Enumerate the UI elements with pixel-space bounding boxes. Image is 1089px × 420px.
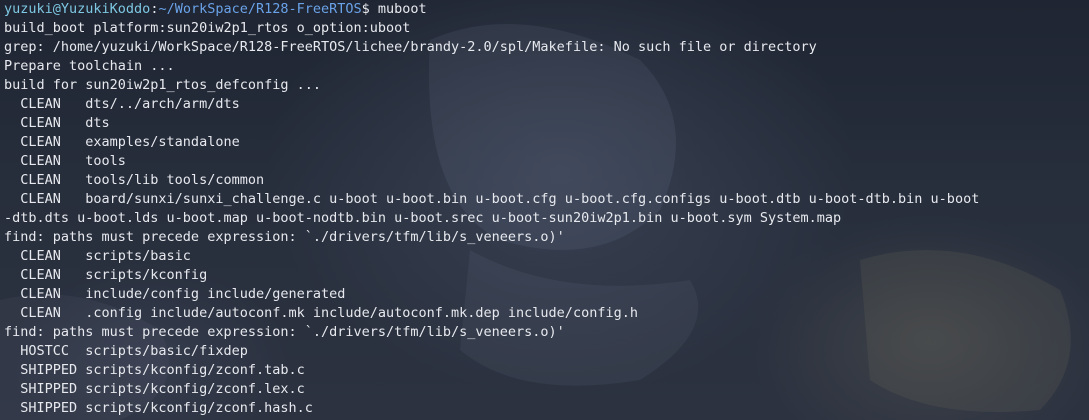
prompt-command: muboot xyxy=(377,1,427,17)
output-line: SHIPPED scripts/kconfig/zconf.tab.c xyxy=(4,362,305,378)
output-line: CLEAN board/sunxi/sunxi_challenge.c u-bo… xyxy=(4,191,980,207)
output-line: HOSTCC scripts/basic/fixdep xyxy=(4,343,248,359)
output-line: SHIPPED scripts/kconfig/zconf.lex.c xyxy=(4,381,305,397)
output-line: CLEAN scripts/kconfig xyxy=(4,267,208,283)
output-line: SHIPPED scripts/kconfig/zconf.hash.c xyxy=(4,400,313,416)
output-line: CLEAN scripts/basic xyxy=(4,248,191,264)
output-line: build_boot platform:sun20iw2p1_rtos o_op… xyxy=(4,20,411,36)
output-line: -dtb.dts u-boot.lds u-boot.map u-boot-no… xyxy=(4,210,842,226)
output-line: build for sun20iw2p1_rtos_defconfig ... xyxy=(4,77,321,93)
prompt-symbol: $ xyxy=(361,1,378,17)
prompt-user-host: yuzuki@YuzukiKoddo xyxy=(4,1,151,17)
output-line: CLEAN include/config include/generated xyxy=(4,286,346,302)
output-line: CLEAN dts/../arch/arm/dts xyxy=(4,96,240,112)
output-line: CLEAN dts xyxy=(4,115,110,131)
output-line: grep: /home/yuzuki/WorkSpace/R128-FreeRT… xyxy=(4,39,817,55)
terminal-window[interactable]: yuzuki@YuzukiKoddo:~/WorkSpace/R128-Free… xyxy=(0,0,1089,420)
output-line: CLEAN tools/lib tools/common xyxy=(4,172,265,188)
prompt-line: yuzuki@YuzukiKoddo:~/WorkSpace/R128-Free… xyxy=(4,0,1089,19)
output-line: Prepare toolchain ... xyxy=(4,58,175,74)
output-line: CLEAN .config include/autoconf.mk includ… xyxy=(4,305,638,321)
terminal-output[interactable]: yuzuki@YuzukiKoddo:~/WorkSpace/R128-Free… xyxy=(4,0,1089,418)
output-line: find: paths must precede expression: `./… xyxy=(4,324,565,340)
prompt-path: ~/WorkSpace/R128-FreeRTOS xyxy=(158,1,362,17)
output-line: CLEAN examples/standalone xyxy=(4,134,240,150)
output-line: CLEAN tools xyxy=(4,153,126,169)
output-line: find: paths must precede expression: `./… xyxy=(4,229,565,245)
